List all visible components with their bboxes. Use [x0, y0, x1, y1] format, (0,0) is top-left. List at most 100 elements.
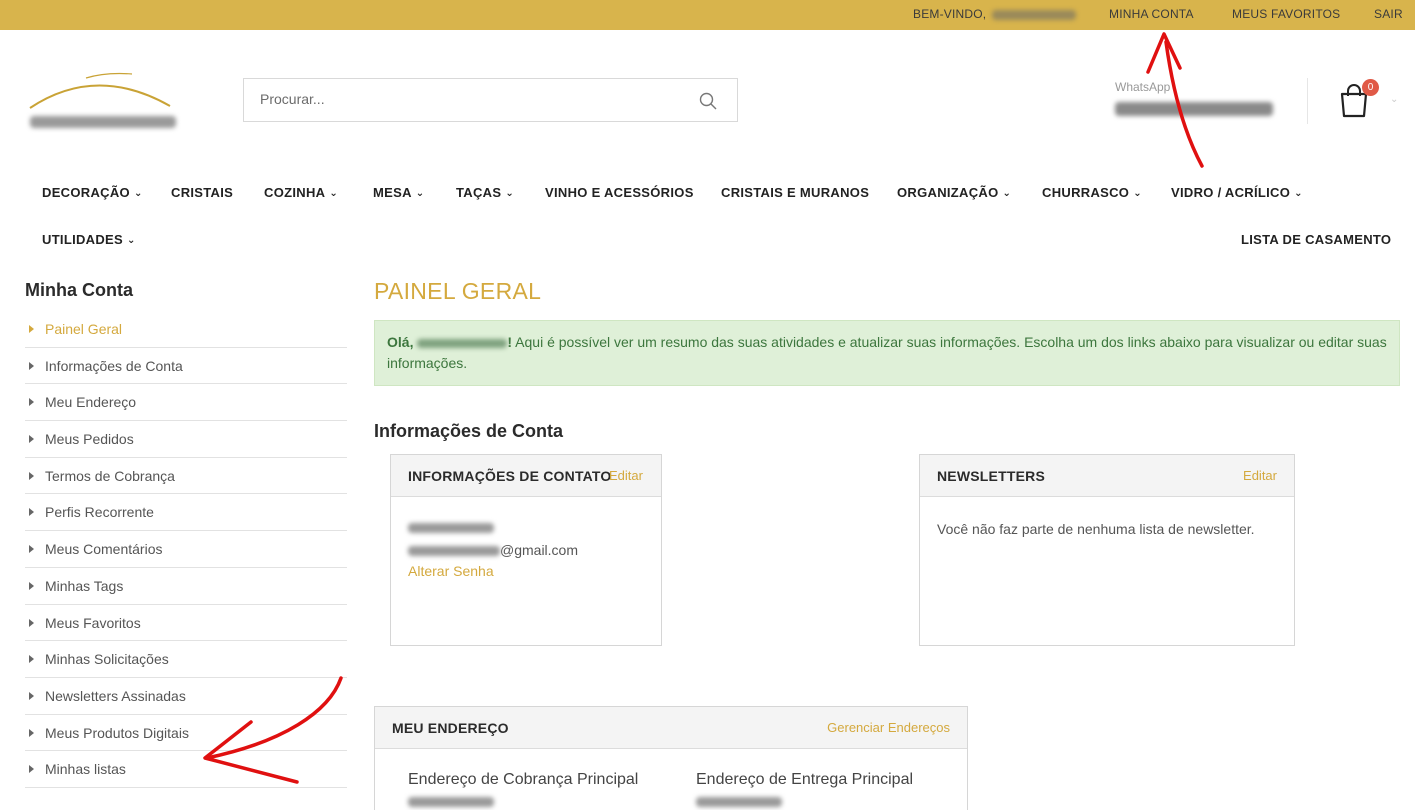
sidebar-item[interactable]: Informações de Conta: [25, 348, 347, 385]
sidebar-item-label: Minhas listas: [45, 761, 126, 778]
redacted-billing-address: [408, 797, 494, 807]
sidebar-item[interactable]: Meus Produtos Digitais: [25, 715, 347, 752]
chevron-down-icon: ⌄: [1133, 188, 1142, 199]
sidebar-item[interactable]: Meus Pedidos: [25, 421, 347, 458]
nav-item-label: VIDRO / ACRÍLICO: [1171, 185, 1291, 200]
nav-item-vinho-e-acessorios[interactable]: VINHO E ACESSÓRIOS: [545, 185, 694, 200]
change-password-link[interactable]: Alterar Senha: [408, 563, 494, 579]
caret-right-icon: [29, 581, 34, 590]
sidebar-item[interactable]: Meus Comentários: [25, 531, 347, 568]
redacted-shipping-address: [696, 797, 782, 807]
nav-item-label: DECORAÇÃO: [42, 185, 130, 200]
nav-item-label: LISTA DE CASAMENTO: [1241, 232, 1392, 247]
caret-right-icon: [29, 435, 34, 444]
billing-address-title: Endereço de Cobrança Principal: [408, 771, 639, 788]
sidebar-item-label: Minhas Tags: [45, 577, 124, 594]
caret-right-icon: [29, 325, 34, 333]
shipping-address-title: Endereço de Entrega Principal: [696, 771, 914, 788]
contact-info-box: INFORMAÇÕES DE CONTATO Editar @gmail.com…: [390, 454, 662, 646]
address-box: MEU ENDEREÇO Gerenciar Endereços Endereç…: [374, 706, 968, 810]
nav-item-mesa[interactable]: MESA ⌄: [373, 185, 424, 200]
sidebar-item-label: Painel Geral: [45, 321, 123, 337]
nav-item-label: COZINHA: [264, 185, 326, 200]
caret-right-icon: [29, 508, 34, 517]
edit-contact-link[interactable]: Editar: [609, 468, 643, 483]
nav-item-label: MESA: [373, 185, 412, 200]
welcome-alert: Olá, ! Aqui é possível ver um resumo das…: [374, 320, 1400, 386]
nav-item-label: CRISTAIS E MURANOS: [721, 185, 870, 200]
welcome-label: BEM-VINDO,: [913, 7, 987, 21]
redacted-full-name: [408, 523, 494, 533]
sidebar-title: Minha Conta: [25, 280, 133, 300]
nav-item-cozinha[interactable]: COZINHA ⌄: [264, 185, 338, 200]
sidebar-item-label: Newsletters Assinadas: [45, 687, 186, 704]
sidebar-item[interactable]: Perfis Recorrente: [25, 494, 347, 532]
sidebar-item-label: Meus Favoritos: [45, 614, 141, 631]
caret-right-icon: [29, 545, 34, 554]
sidebar-item[interactable]: Painel Geral: [25, 311, 347, 348]
newsletter-box-header: NEWSLETTERS Editar: [920, 455, 1294, 497]
nav-item-vidro-acrilico[interactable]: VIDRO / ACRÍLICO ⌄: [1171, 185, 1303, 200]
caret-right-icon: [29, 728, 34, 737]
sidebar-item-label: Minhas Solicitações: [45, 651, 169, 668]
alert-greeting: Olá,: [387, 334, 414, 350]
sidebar-item[interactable]: Minhas Solicitações: [25, 641, 347, 678]
contact-email: @gmail.com: [408, 542, 578, 558]
nav-item-cristais[interactable]: CRISTAIS: [171, 185, 233, 200]
sidebar-item[interactable]: Meus Favoritos: [25, 605, 347, 642]
chevron-down-icon: ⌄: [133, 188, 143, 199]
nav-item-decoracao[interactable]: DECORAÇÃO ⌄: [42, 185, 143, 200]
sidebar-item[interactable]: Meu Endereço: [25, 384, 347, 422]
sidebar-item[interactable]: Minhas listas: [25, 751, 347, 788]
chevron-down-icon: ⌄: [505, 188, 514, 199]
sidebar-item[interactable]: Newsletters Assinadas: [25, 678, 347, 715]
nav-item-utilidades[interactable]: UTILIDADES ⌄: [42, 232, 136, 247]
chevron-down-icon: ⌄: [1294, 188, 1303, 199]
nav-item-churrasco[interactable]: CHURRASCO ⌄: [1042, 185, 1142, 200]
manage-addresses-link[interactable]: Gerenciar Endereços: [827, 720, 950, 735]
chevron-down-icon: ⌄: [1002, 188, 1012, 199]
nav-item-label: UTILIDADES: [42, 232, 123, 247]
caret-right-icon: [29, 471, 34, 480]
search-box: [243, 78, 738, 122]
favorites-link[interactable]: MEUS FAVORITOS: [1232, 7, 1340, 21]
store-logo[interactable]: [26, 70, 176, 134]
caret-right-icon: [29, 691, 34, 700]
sidebar-item-label: Meu Endereço: [45, 394, 137, 411]
sidebar-item-label: Termos de Cobrança: [45, 467, 175, 484]
nav-item-lista-de-casamento[interactable]: LISTA DE CASAMENTO: [1241, 232, 1391, 247]
logout-link[interactable]: SAIR: [1374, 7, 1403, 21]
nav-item-cristais-e-muranos[interactable]: CRISTAIS E MURANOS: [721, 185, 869, 200]
my-account-link[interactable]: MINHA CONTA: [1109, 7, 1194, 21]
caret-right-icon: [29, 618, 34, 627]
address-box-title: MEU ENDEREÇO: [392, 720, 509, 736]
caret-right-icon: [29, 765, 34, 774]
nav-item-label: CRISTAIS: [171, 185, 234, 200]
chevron-down-icon: ⌄: [127, 235, 136, 246]
chevron-down-icon[interactable]: ⌄: [1390, 94, 1398, 105]
newsletter-box-title: NEWSLETTERS: [937, 468, 1045, 484]
sidebar-item[interactable]: Termos de Cobrança: [25, 458, 347, 495]
search-input[interactable]: [260, 91, 680, 107]
redacted-username: [991, 9, 1076, 20]
account-info-heading: Informações de Conta: [374, 421, 564, 441]
redacted-email-user: [408, 546, 500, 557]
page-title: PAINEL GERAL: [374, 278, 542, 304]
cart-count-badge: 0: [1362, 79, 1379, 96]
sidebar-item[interactable]: Minhas Tags: [25, 568, 347, 605]
edit-newsletter-link[interactable]: Editar: [1243, 468, 1277, 483]
nav-item-organizacao[interactable]: ORGANIZAÇÃO ⌄: [897, 185, 1011, 200]
nav-item-label: TAÇAS: [456, 185, 502, 200]
newsletter-box: NEWSLETTERS Editar Você não faz parte de…: [919, 454, 1295, 646]
sidebar-item-label: Informações de Conta: [45, 357, 183, 374]
welcome-text: BEM-VINDO,: [913, 7, 1076, 21]
search-icon[interactable]: [699, 92, 717, 110]
contact-box-title: INFORMAÇÕES DE CONTATO: [408, 468, 612, 484]
redacted-logo-text: [30, 116, 176, 128]
caret-right-icon: [29, 361, 34, 370]
nav-item-tacas[interactable]: TAÇAS ⌄: [456, 185, 514, 200]
nav-item-label: VINHO E ACESSÓRIOS: [545, 185, 694, 200]
redacted-phone: [1115, 102, 1273, 116]
address-box-header: MEU ENDEREÇO Gerenciar Endereços: [375, 707, 967, 749]
alert-text: Aqui é possível ver um resumo das suas a…: [387, 334, 1387, 371]
